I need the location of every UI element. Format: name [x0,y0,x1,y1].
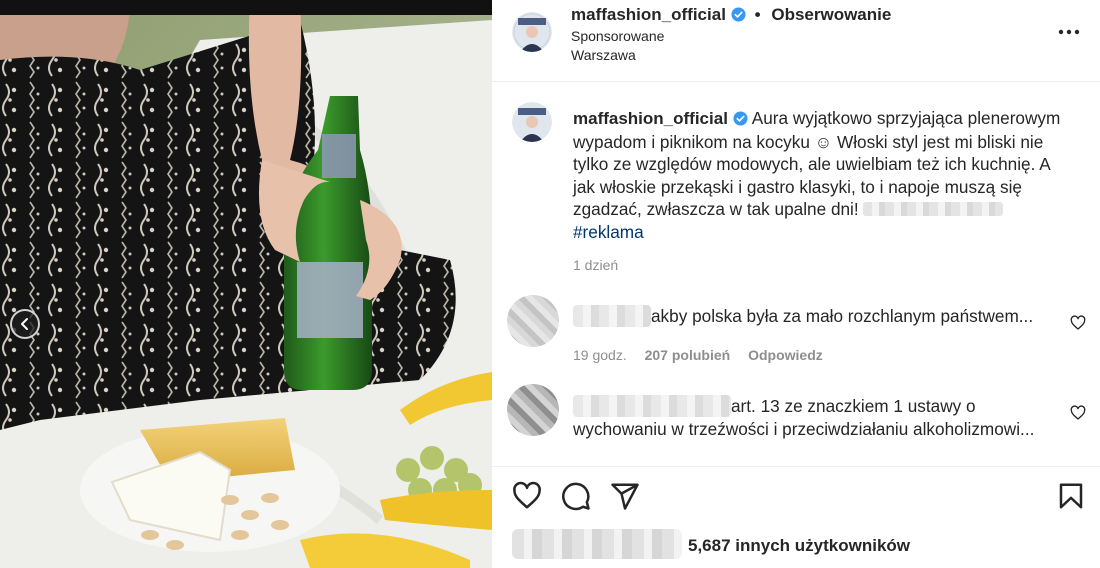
likes-count[interactable]: 5,687 innych użytkowników [688,536,910,556]
comment-button[interactable] [561,481,591,511]
post-photo [0,0,492,568]
post-side-panel: maffashion_official • Obserwowanie Spons… [492,0,1100,568]
username[interactable]: maffashion_official [571,5,726,24]
hashtag-link[interactable]: #reklama [573,222,644,242]
comment-body: akby polska była za mało rozchlanym pańs… [573,305,1043,328]
follow-button[interactable]: Obserwowanie [771,5,891,24]
bookmark-icon [1059,483,1083,509]
like-button[interactable] [512,481,542,511]
caption-avatar[interactable] [512,102,552,142]
comment-item: akby polska była za mało rozchlanym pańs… [492,292,1100,372]
comment-like-button[interactable] [1070,405,1086,421]
blurred-username[interactable] [573,305,651,327]
blurred-liker-avatars[interactable] [512,529,682,559]
post-actions [492,466,1100,526]
carousel-prev-button[interactable] [10,309,40,339]
sponsored-label[interactable]: Sponsorowane [571,28,664,44]
comment-avatar[interactable] [507,384,559,436]
comment-likes[interactable]: 207 polubień [645,347,731,363]
comment-body: art. 13 ze znaczkiem 1 ustawy o wychowan… [573,395,1043,441]
post-header: maffashion_official • Obserwowanie Spons… [492,0,1100,82]
comment-icon [562,482,590,511]
avatar[interactable] [512,12,552,52]
header-line: maffashion_official • Obserwowanie [571,5,891,25]
post-caption: maffashion_official Aura wyjątkowo sprzy… [573,107,1073,243]
blurred-username[interactable] [573,395,731,417]
chevron-left-icon [21,318,28,330]
verified-badge-icon [733,111,748,126]
comment-text: akby polska była za mało rozchlanym pańs… [651,306,1034,326]
caption-username[interactable]: maffashion_official [573,109,728,128]
reply-button[interactable]: Odpowiedz [748,347,823,363]
more-options-icon [1058,29,1080,35]
picnic-photo-illustration [0,0,492,568]
share-icon [611,483,639,510]
avatar-image [512,102,552,142]
share-button[interactable] [610,481,640,511]
likes-summary: 5,687 innych użytkowników [512,528,1092,562]
post-timestamp[interactable]: 1 dzień [573,257,618,273]
comment-time[interactable]: 19 godz. [573,347,627,363]
comment-like-button[interactable] [1070,315,1086,331]
photo-top-bar [0,0,492,15]
comment-meta: 19 godz. 207 polubień Odpowiedz [573,347,837,363]
avatar-image [512,12,552,52]
heart-icon [513,481,541,509]
heart-icon [1070,315,1086,330]
comment-avatar[interactable] [507,295,559,347]
blurred-mention [863,202,1004,216]
separator-dot: • [754,5,761,24]
heart-icon [1070,405,1086,420]
more-options-button[interactable] [1058,25,1080,39]
comment-item: art. 13 ze znaczkiem 1 ustawy o wychowan… [492,382,1100,462]
location-link[interactable]: Warszawa [571,47,636,63]
save-button[interactable] [1056,481,1086,511]
verified-badge-icon [731,7,746,22]
